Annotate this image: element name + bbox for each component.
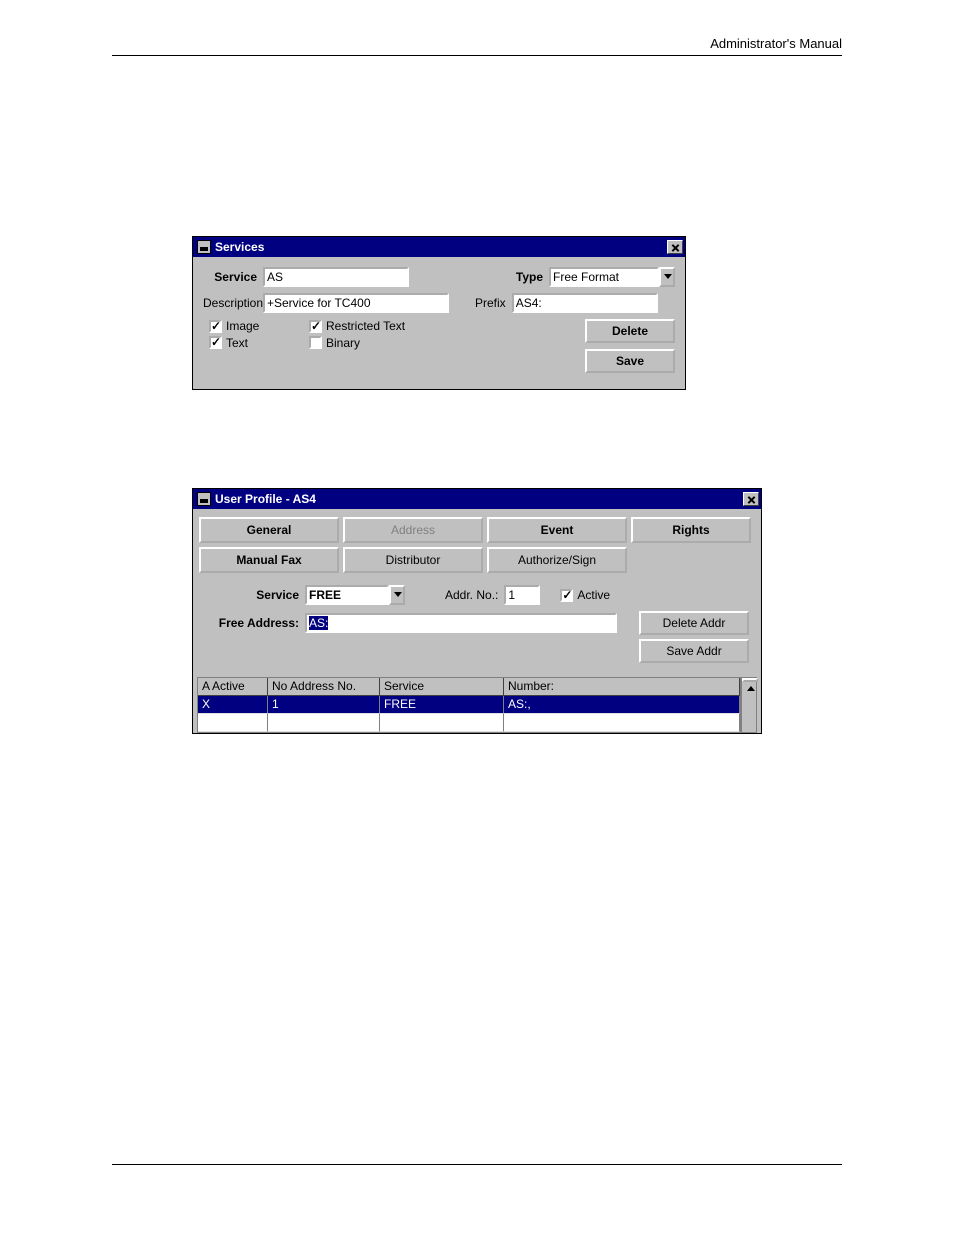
chevron-down-icon[interactable] (659, 267, 675, 287)
description-label: Description (203, 296, 263, 310)
col-number: Number: (504, 678, 740, 696)
table-row[interactable] (198, 714, 740, 732)
checkbox-icon (209, 320, 222, 333)
close-icon[interactable] (743, 492, 759, 506)
tab-rights[interactable]: Rights (631, 517, 751, 543)
type-combo[interactable] (549, 267, 675, 287)
image-checkbox[interactable]: Image (209, 319, 259, 333)
tab-general[interactable]: General (199, 517, 339, 543)
free-address-label: Free Address: (205, 616, 305, 630)
tab-event[interactable]: Event (487, 517, 627, 543)
table-header-row: A Active No Address No. Service Number: (198, 678, 740, 696)
prefix-input[interactable] (512, 293, 658, 313)
col-active: A Active (198, 678, 268, 696)
save-button[interactable]: Save (585, 349, 675, 373)
checkbox-icon (560, 589, 573, 602)
checkbox-icon (309, 336, 322, 349)
tab-authorize-sign[interactable]: Authorize/Sign (487, 547, 627, 573)
page-header: Administrator's Manual (112, 36, 842, 56)
checkbox-icon (209, 336, 222, 349)
tab-manual-fax[interactable]: Manual Fax (199, 547, 339, 573)
text-checkbox[interactable]: Text (209, 336, 248, 350)
profile-service-label: Service (205, 588, 305, 602)
app-icon (197, 492, 211, 506)
app-icon (197, 240, 211, 254)
profile-service-combo[interactable] (305, 585, 405, 605)
binary-checkbox[interactable]: Binary (309, 336, 360, 350)
services-title: Services (215, 240, 667, 254)
active-checkbox[interactable]: Active (560, 588, 610, 602)
chevron-down-icon[interactable] (389, 585, 405, 605)
free-address-input[interactable]: AS: (309, 616, 328, 630)
services-window: Services Service Type Description Prefix (192, 236, 686, 390)
tab-distributor[interactable]: Distributor (343, 547, 483, 573)
scroll-up-icon[interactable] (742, 678, 758, 682)
address-table: A Active No Address No. Service Number: … (197, 677, 741, 733)
service-label: Service (203, 270, 263, 284)
description-input[interactable] (263, 293, 449, 313)
save-addr-button[interactable]: Save Addr (639, 639, 749, 663)
checkbox-icon (309, 320, 322, 333)
col-service: Service (380, 678, 504, 696)
profile-titlebar: User Profile - AS4 (193, 489, 761, 509)
restricted-text-checkbox[interactable]: Restricted Text (309, 319, 405, 333)
col-no: No Address No. (268, 678, 380, 696)
type-label: Type (516, 270, 549, 284)
service-input[interactable] (263, 267, 409, 287)
profile-service-input[interactable] (305, 585, 389, 605)
addr-no-input[interactable] (504, 585, 540, 605)
delete-button[interactable]: Delete (585, 319, 675, 343)
services-titlebar: Services (193, 237, 685, 257)
delete-addr-button[interactable]: Delete Addr (639, 611, 749, 635)
table-row[interactable]: X 1 FREE AS:, (198, 696, 740, 714)
page-footer-rule (112, 1164, 842, 1165)
prefix-label: Prefix (475, 296, 512, 310)
addr-no-label: Addr. No.: (445, 588, 498, 602)
type-input[interactable] (549, 267, 659, 287)
user-profile-window: User Profile - AS4 General Address Event… (192, 488, 762, 734)
profile-title: User Profile - AS4 (215, 492, 743, 506)
close-icon[interactable] (667, 240, 683, 254)
tab-address[interactable]: Address (343, 517, 483, 543)
